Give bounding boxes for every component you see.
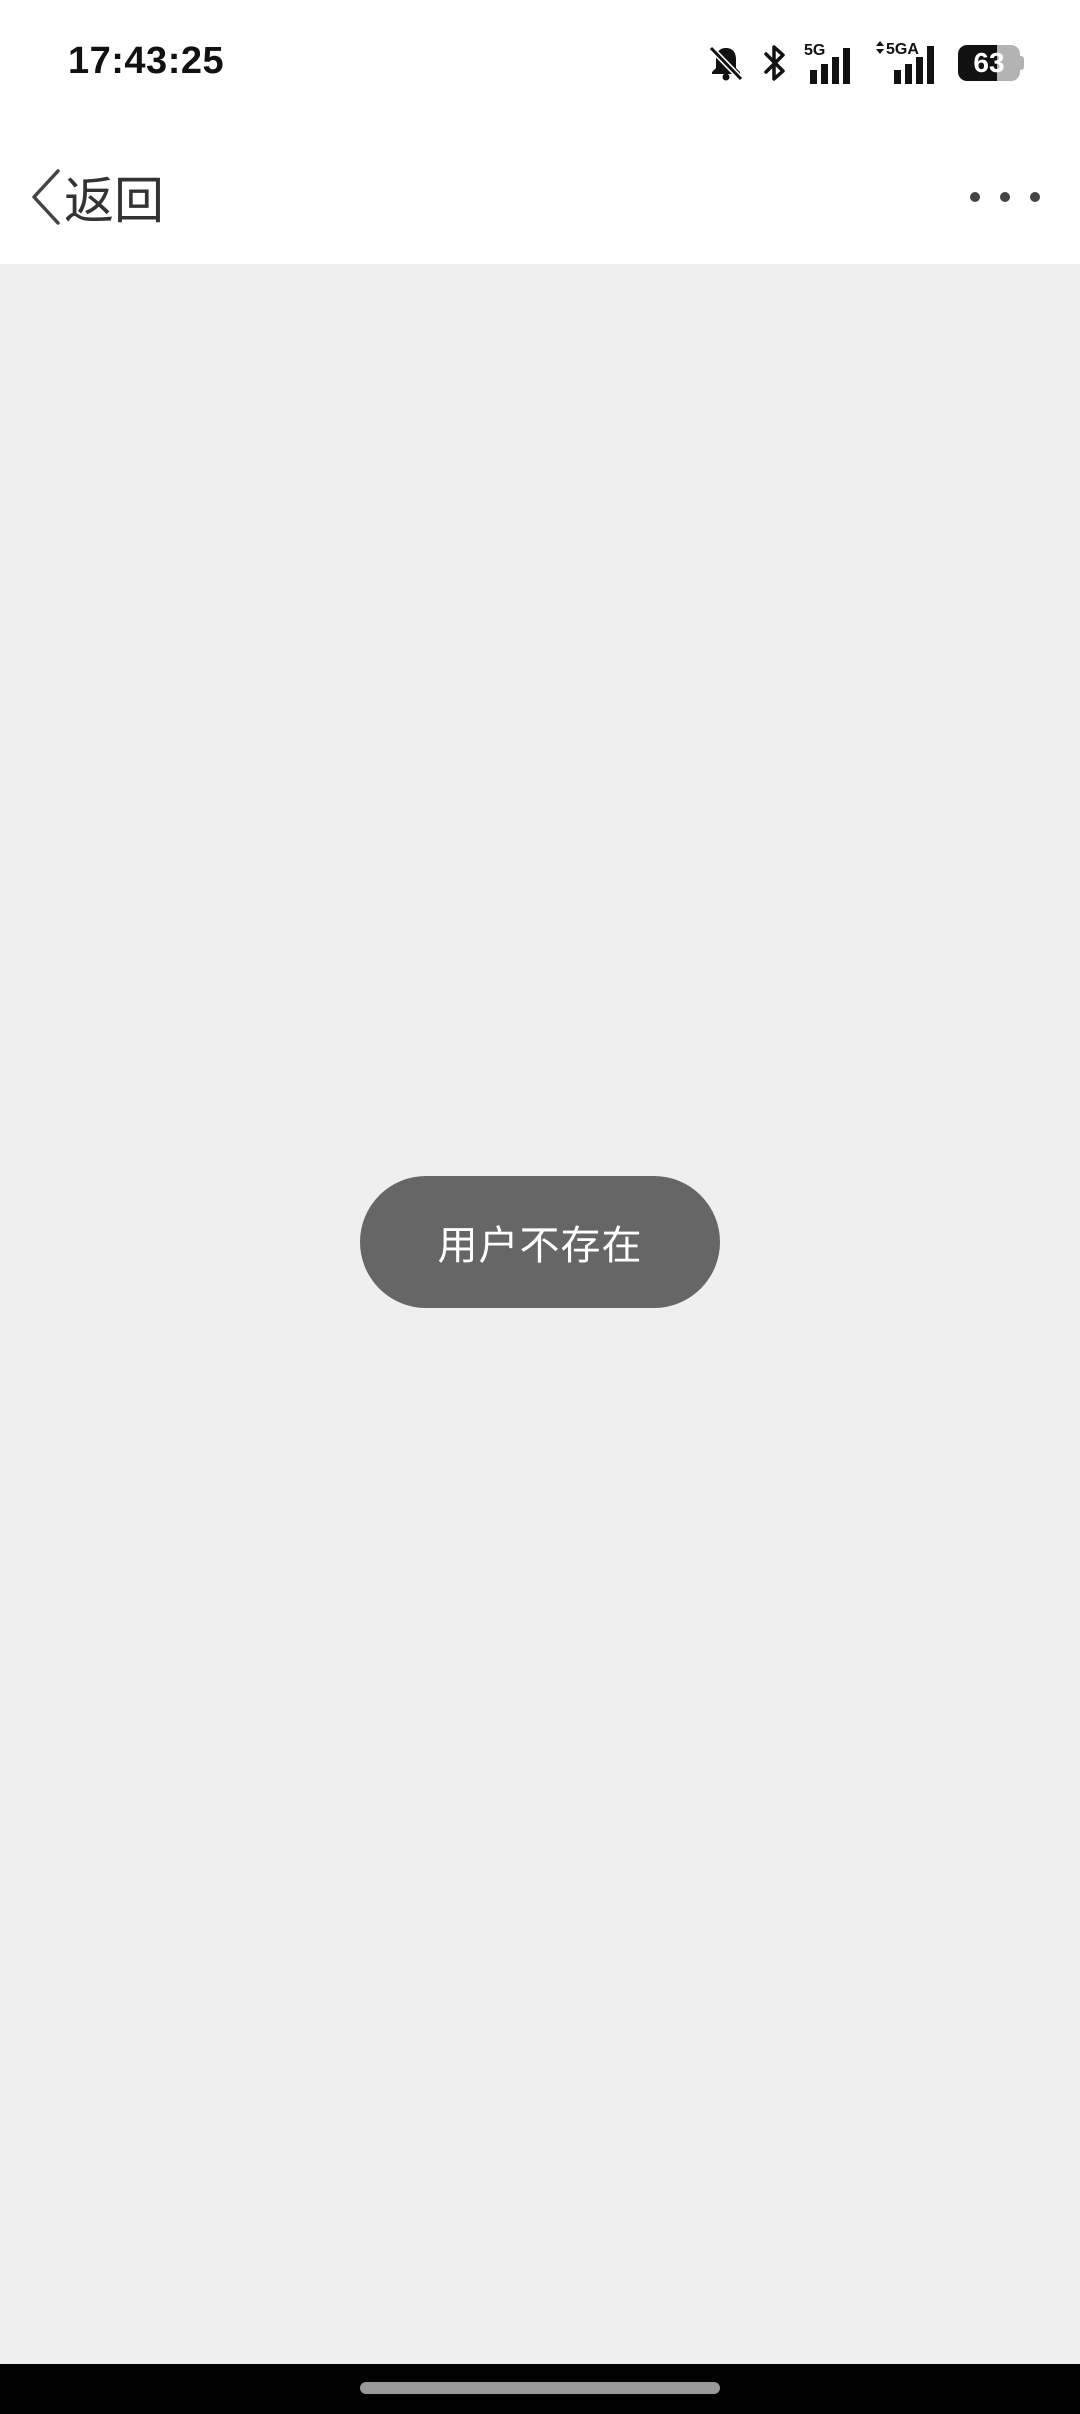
network-2-label: 5GA [886,41,919,58]
screen: 17:43:25 5G 5GA 63 返回 用户不存在 [0,0,1080,2414]
status-time: 17:43:25 [68,40,225,82]
status-bar: 17:43:25 5G 5GA 63 [0,0,1080,130]
toast-message: 用户不存在 [360,1176,720,1308]
status-icons: 5G 5GA 63 [706,38,1024,88]
bell-muted-icon [706,43,746,83]
chevron-left-icon [28,167,62,227]
more-options-button[interactable] [970,174,1040,220]
back-label: 返回 [64,173,164,229]
battery-level: 63 [973,47,1005,78]
more-dots-icon [1000,192,1010,202]
gesture-bar [0,2364,1080,2414]
bluetooth-icon [760,42,790,84]
more-dots-icon [970,192,980,202]
network-1-label: 5G [804,42,825,59]
home-indicator[interactable] [360,2382,720,2394]
more-dots-icon [1030,192,1040,202]
back-button[interactable]: 返回 [28,160,164,234]
battery-icon: 63 [958,45,1024,81]
nav-bar: 返回 [0,130,1080,264]
signal-5g-icon: 5G [804,40,858,86]
signal-5ga-icon: 5GA [872,40,944,86]
content-area [0,264,1080,2364]
